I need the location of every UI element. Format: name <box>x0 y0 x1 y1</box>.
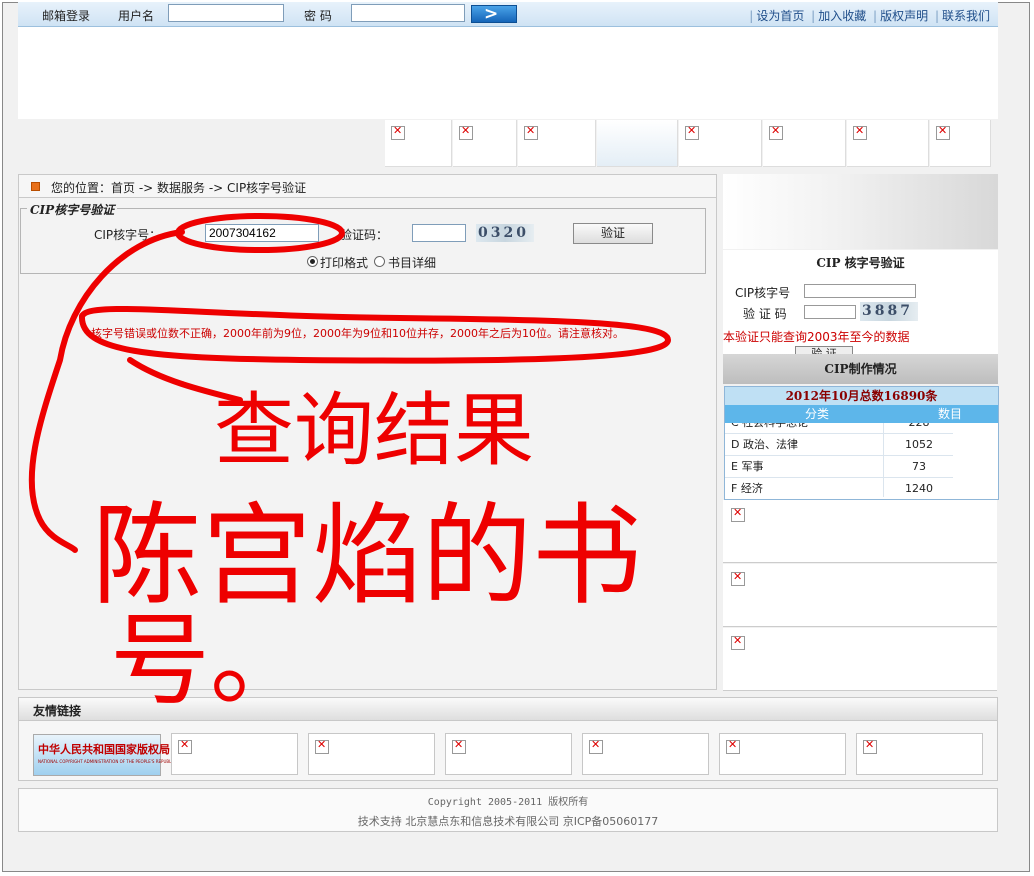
circle-result-message <box>78 305 671 364</box>
handwriting-line-2: 陈宫焰的书 <box>92 492 642 620</box>
handwritten-annotation: 查询结果 陈宫焰的书 号。 <box>28 213 671 719</box>
circle-cip-input <box>175 213 345 253</box>
handwriting-line-1: 查询结果 <box>214 384 534 477</box>
handwriting-line-3: 号。 <box>110 602 310 719</box>
